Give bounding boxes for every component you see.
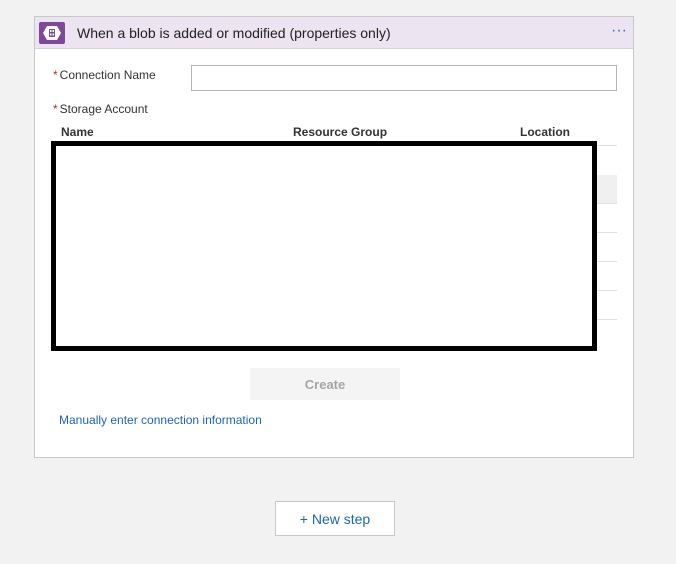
column-header-location[interactable]: Location (520, 125, 570, 139)
connection-name-input[interactable] (191, 65, 617, 91)
required-marker: * (53, 102, 58, 116)
more-options-button[interactable]: ··· (607, 21, 631, 45)
new-step-button[interactable]: + New step (275, 501, 395, 536)
trigger-card: When a blob is added or modified (proper… (34, 16, 634, 458)
column-header-name[interactable]: Name (61, 125, 94, 139)
column-header-resource-group[interactable]: Resource Group (293, 125, 387, 139)
trigger-title: When a blob is added or modified (proper… (77, 25, 391, 41)
trigger-header[interactable]: When a blob is added or modified (proper… (35, 17, 633, 49)
manual-connection-link[interactable]: Manually enter connection information (59, 413, 262, 427)
storage-account-label-text: Storage Account (59, 102, 148, 116)
connection-name-label: * Connection Name (53, 68, 156, 82)
required-marker: * (53, 68, 58, 82)
create-button[interactable]: Create (250, 368, 400, 400)
storage-blob-icon (39, 22, 65, 44)
storage-account-label: * Storage Account (53, 102, 148, 116)
redaction-box (51, 141, 597, 351)
connection-name-label-text: Connection Name (59, 68, 156, 82)
